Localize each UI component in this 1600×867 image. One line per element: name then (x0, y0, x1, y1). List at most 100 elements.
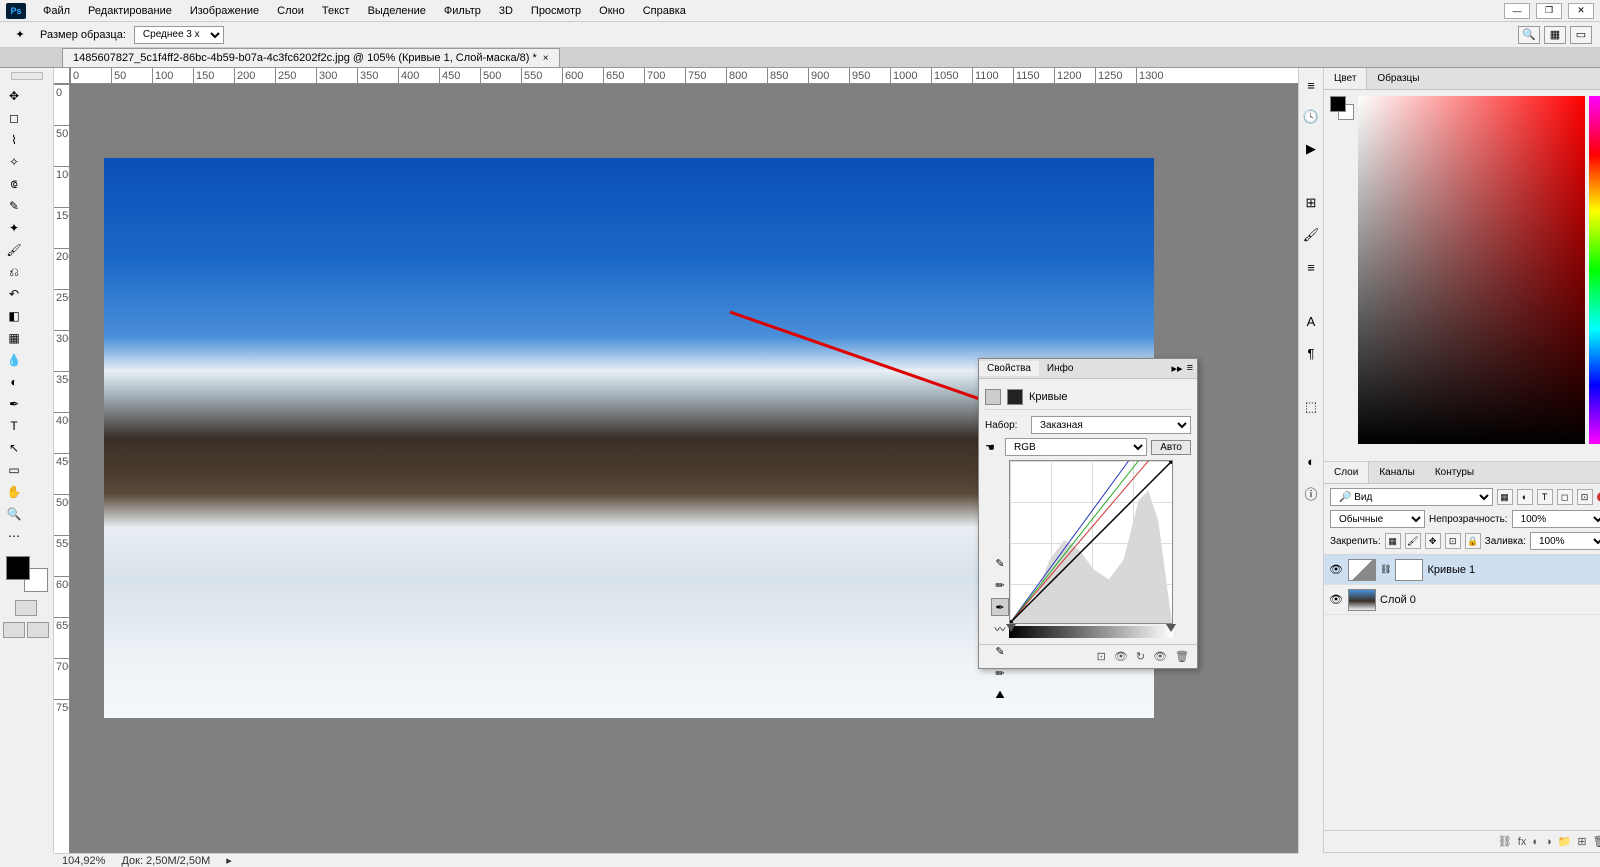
targeted-adjust-icon[interactable]: ☚ (985, 441, 1001, 454)
hand-tool[interactable]: ✋ (2, 482, 26, 502)
blur-tool[interactable]: 💧 (2, 350, 26, 370)
filter-toggle[interactable] (1597, 492, 1600, 502)
current-tool-icon[interactable]: ✦ (8, 26, 32, 44)
curves-graph[interactable] (1009, 460, 1173, 624)
layer-row-background[interactable]: 👁 Слой 0 (1324, 585, 1600, 615)
layers-panel-menu[interactable]: ≡ (1594, 467, 1600, 479)
visibility-icon[interactable]: 👁 (1328, 593, 1344, 606)
zoom-level[interactable]: 104,92% (62, 855, 105, 867)
workspace-icon[interactable]: ▭ (1570, 26, 1592, 44)
window-maximize[interactable]: ❐ (1536, 3, 1562, 19)
menu-layer[interactable]: Слои (268, 3, 313, 19)
info-tab[interactable]: Инфо (1039, 361, 1082, 376)
hue-slider[interactable] (1589, 96, 1600, 444)
strip-grip[interactable]: ≡ (1299, 74, 1323, 96)
move-tool[interactable]: ✥ (2, 86, 26, 106)
paragraph-styles-icon[interactable]: ≡ (1299, 256, 1323, 278)
link-layers-icon[interactable]: ⛓ (1498, 835, 1512, 848)
status-chevron-icon[interactable]: ▸ (226, 854, 232, 867)
layer-row-curves[interactable]: 👁 ⛓ Кривые 1 (1324, 555, 1600, 585)
arrange-icon[interactable]: ▦ (1544, 26, 1566, 44)
brushes-icon[interactable]: ⊞ (1299, 192, 1323, 214)
color-mini-swatches[interactable] (1330, 96, 1354, 120)
channel-select[interactable]: RGB (1005, 438, 1147, 456)
properties-header[interactable]: Свойства Инфо ▸▸ ≡ (979, 359, 1197, 379)
marquee-tool[interactable]: ◻ (2, 108, 26, 128)
doc-size[interactable]: Док: 2,50M/2,50M (121, 855, 210, 867)
window-close[interactable]: ✕ (1568, 3, 1594, 19)
layer-name[interactable]: Кривые 1 (1427, 564, 1475, 576)
adjustments-icon[interactable]: ◐ (1299, 450, 1323, 472)
filter-adjust-icon[interactable]: ◐ (1517, 489, 1533, 505)
spot-heal-tool[interactable]: ✦ (2, 218, 26, 238)
layer-thumb-image[interactable] (1348, 589, 1376, 611)
ruler-horizontal[interactable]: 0501001502002503003504004505005506006507… (70, 68, 1298, 84)
trash-icon[interactable]: 🗑 (1593, 835, 1600, 848)
toggle-visibility-icon[interactable]: 👁 (1153, 650, 1167, 663)
collapse-icon[interactable]: ▸▸ (1172, 362, 1183, 375)
clip-toggle-icon[interactable]: ⛰ (991, 686, 1009, 704)
panel-menu-icon[interactable]: ≡ (1187, 362, 1193, 375)
foreground-color[interactable] (6, 556, 30, 580)
paths-tab[interactable]: Контуры (1425, 462, 1484, 483)
preset-select[interactable]: Заказная (1031, 416, 1191, 434)
layer-mask-thumb[interactable] (1395, 559, 1423, 581)
crop-tool[interactable]: ⟃ (2, 174, 26, 194)
history-brush-tool[interactable]: ↶ (2, 284, 26, 304)
filter-shape-icon[interactable]: ◻ (1557, 489, 1573, 505)
color-field[interactable] (1358, 96, 1585, 444)
path-tool[interactable]: ↖ (2, 438, 26, 458)
layers-tab[interactable]: Слои (1324, 462, 1369, 483)
properties-tab[interactable]: Свойства (979, 361, 1039, 376)
info-icon[interactable]: ⓘ (1299, 482, 1323, 504)
menu-image[interactable]: Изображение (181, 3, 268, 19)
menu-view[interactable]: Просмотр (522, 3, 590, 19)
filter-pixel-icon[interactable]: ▦ (1497, 489, 1513, 505)
menu-select[interactable]: Выделение (359, 3, 435, 19)
blend-mode-select[interactable]: Обычные (1330, 510, 1425, 528)
screen-mode-2[interactable] (27, 622, 49, 638)
sample-size-select[interactable]: Среднее 3 x 3 (134, 26, 224, 44)
curve-draw-tool[interactable]: ✏ (991, 576, 1009, 594)
magic-wand-tool[interactable]: ✧ (2, 152, 26, 172)
paragraph-icon[interactable]: ¶ (1299, 342, 1323, 364)
3d-icon[interactable]: ⬚ (1299, 396, 1323, 418)
mask-icon[interactable]: ◐ (1532, 836, 1539, 848)
search-icon[interactable]: 🔍 (1518, 26, 1540, 44)
window-minimize[interactable]: — (1504, 3, 1530, 19)
clone-tool[interactable]: ⎌ (2, 262, 26, 282)
toolbar-grip[interactable] (11, 72, 43, 80)
reset-icon[interactable]: ↻ (1136, 650, 1145, 663)
menu-type[interactable]: Текст (313, 3, 359, 19)
shape-tool[interactable]: ▭ (2, 460, 26, 480)
group-icon[interactable]: 📁 (1558, 835, 1572, 848)
layer-name[interactable]: Слой 0 (1380, 594, 1416, 606)
eyedropper-tool[interactable]: ✎ (2, 196, 26, 216)
lock-all-icon[interactable]: 🔒 (1465, 533, 1481, 549)
gray-eyedropper-icon[interactable]: ✒ (991, 598, 1009, 616)
menu-file[interactable]: Файл (34, 3, 79, 19)
curve-point-tool[interactable]: ✎ (991, 554, 1009, 572)
delete-adjust-icon[interactable]: 🗑 (1175, 650, 1189, 663)
lock-position-icon[interactable]: ✥ (1425, 533, 1441, 549)
history-icon[interactable]: 🕓 (1299, 106, 1323, 128)
zoom-tool[interactable]: 🔍 (2, 504, 26, 524)
document-tab[interactable]: 1485607827_5c1f4ff2-86bc-4b59-b07a-4c3fc… (62, 48, 560, 67)
dodge-tool[interactable]: ◐ (2, 372, 26, 392)
filter-type-icon[interactable]: T (1537, 489, 1553, 505)
menu-3d[interactable]: 3D (490, 3, 522, 19)
menu-window[interactable]: Окно (590, 3, 634, 19)
quick-mask[interactable] (15, 600, 37, 616)
gradient-tool[interactable]: ▦ (2, 328, 26, 348)
menu-help[interactable]: Справка (634, 3, 695, 19)
channels-tab[interactable]: Каналы (1369, 462, 1425, 483)
brush-tool[interactable]: 🖌 (2, 240, 26, 260)
type-tool[interactable]: T (2, 416, 26, 436)
filter-smart-icon[interactable]: ⊡ (1577, 489, 1593, 505)
lock-pixels-icon[interactable]: 🖌 (1405, 533, 1421, 549)
opacity-value[interactable]: 100% (1512, 510, 1600, 528)
ruler-vertical[interactable]: 0501001502002503003504004505005506006507… (54, 84, 70, 853)
input-slider[interactable] (1009, 626, 1173, 638)
screen-mode-1[interactable] (3, 622, 25, 638)
lasso-tool[interactable]: ⌇ (2, 130, 26, 150)
